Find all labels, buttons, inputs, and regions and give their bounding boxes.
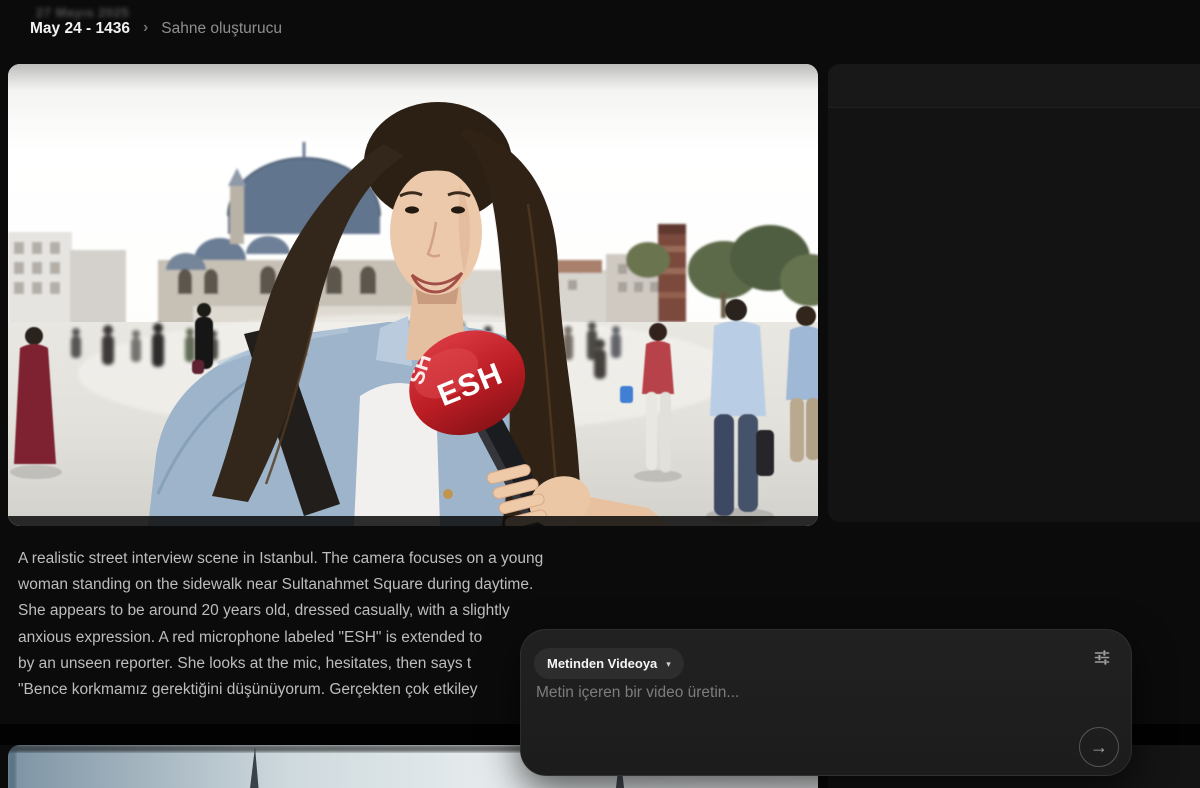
breadcrumb-page: Sahne oluşturucu (161, 20, 282, 38)
tune-icon (1093, 648, 1111, 666)
chevron-down-icon: ▾ (666, 659, 671, 670)
mode-selector-dropdown[interactable]: Metinden Videoya ▾ (534, 648, 684, 679)
flow-scene-builder-page: 27 Mayıs 2025 › May 24 - 1436 › Sahne ol… (0, 0, 1200, 788)
settings-tune-button[interactable] (1091, 646, 1113, 668)
scene-side-panel (828, 64, 1200, 522)
scene-video-thumbnail[interactable]: SH ESH (8, 64, 818, 526)
prompt-line: A realistic street interview scene in Is… (18, 546, 618, 572)
breadcrumb: May 24 - 1436 › Sahne oluşturucu (30, 20, 282, 38)
scene-side-panel-header (828, 64, 1200, 108)
prompt-composer: Metinden Videoya ▾ → (520, 629, 1132, 776)
chevron-right-icon: › (143, 19, 148, 37)
prompt-input[interactable] (536, 684, 1101, 728)
submit-arrow-button[interactable]: → (1079, 727, 1119, 767)
prompt-line: She appears to be around 20 years old, d… (18, 598, 618, 624)
prompt-line: woman standing on the sidewalk near Sult… (18, 572, 618, 598)
breadcrumb-project[interactable]: May 24 - 1436 (30, 20, 130, 38)
arrow-right-icon: → (1090, 729, 1108, 765)
mode-selector-label: Metinden Videoya (547, 656, 657, 671)
blurred-date-label: 27 Mayıs 2025 (36, 5, 129, 20)
